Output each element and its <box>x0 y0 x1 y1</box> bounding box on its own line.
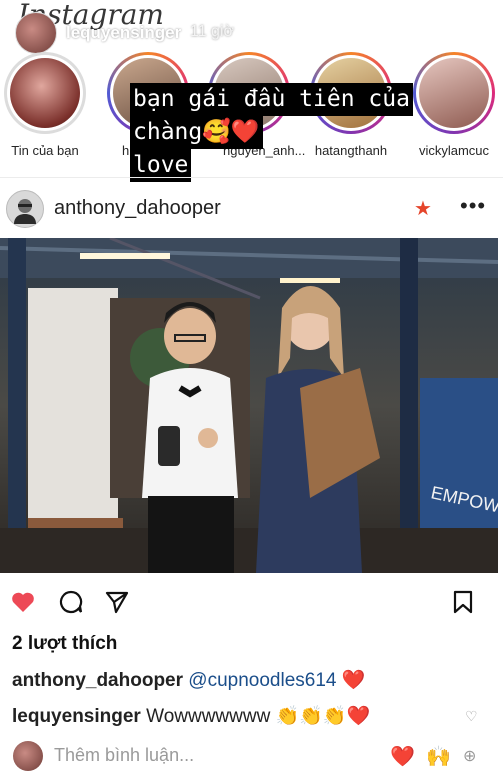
more-icon[interactable]: ••• <box>460 193 486 219</box>
sticker-line: chàng🥰❤️ <box>130 116 263 149</box>
post-caption: anthony_dahooper @cupnoodles614 ❤️ <box>12 668 365 692</box>
quick-reaction-raised-hands[interactable]: 🙌 <box>426 744 451 769</box>
star-icon[interactable]: ★ <box>414 196 432 221</box>
story-label: Tin của bạn <box>11 143 79 158</box>
messenger-icon[interactable] <box>447 7 475 35</box>
like-heart-icon[interactable] <box>10 589 36 615</box>
story-text-sticker: bạn gái đầu tiên của chàng🥰❤️ love <box>130 83 413 182</box>
add-reaction-icon[interactable]: ⊕ <box>463 746 476 766</box>
comment-like-icon[interactable]: ♡ <box>465 708 478 725</box>
sticker-line: bạn gái đầu tiên của <box>130 83 413 116</box>
avatar-icon <box>14 199 36 224</box>
like-count[interactable]: 2 lượt thích <box>12 633 117 655</box>
story-timestamp: 11 giờ <box>190 23 234 40</box>
caption-username[interactable]: anthony_dahooper <box>12 670 183 691</box>
comment-emoji: 👏👏👏❤️ <box>275 706 371 727</box>
quick-reaction-heart[interactable]: ❤️ <box>390 744 415 769</box>
caption-emoji: ❤️ <box>341 670 366 691</box>
story-author-avatar[interactable] <box>15 12 57 54</box>
comment-username[interactable]: lequyensinger <box>12 706 141 727</box>
add-comment-input[interactable]: Thêm bình luận... <box>54 745 194 766</box>
divider <box>0 177 503 178</box>
story-author-username[interactable]: lequyensinger <box>66 23 181 43</box>
caption-mention[interactable]: @cupnoodles614 <box>188 670 336 691</box>
story-item[interactable]: vickylamcuc <box>410 52 498 158</box>
post-author-avatar[interactable] <box>6 190 44 228</box>
comment-text: Wowwwwwww <box>146 706 271 727</box>
story-item-own[interactable]: Tin của bạn <box>1 52 89 158</box>
pause-icon[interactable] <box>364 10 392 38</box>
comment-icon[interactable] <box>58 589 84 615</box>
share-icon[interactable] <box>104 589 130 615</box>
current-user-avatar <box>13 741 43 771</box>
post-photo[interactable]: EMPOWE <box>0 238 498 573</box>
comment-row: lequyensinger Wowwwwwww 👏👏👏❤️ <box>12 704 370 728</box>
post-author-username[interactable]: anthony_dahooper <box>54 197 221 220</box>
bookmark-icon[interactable] <box>450 589 476 615</box>
mute-icon[interactable] <box>405 18 433 46</box>
story-label: vickylamcuc <box>418 143 490 158</box>
